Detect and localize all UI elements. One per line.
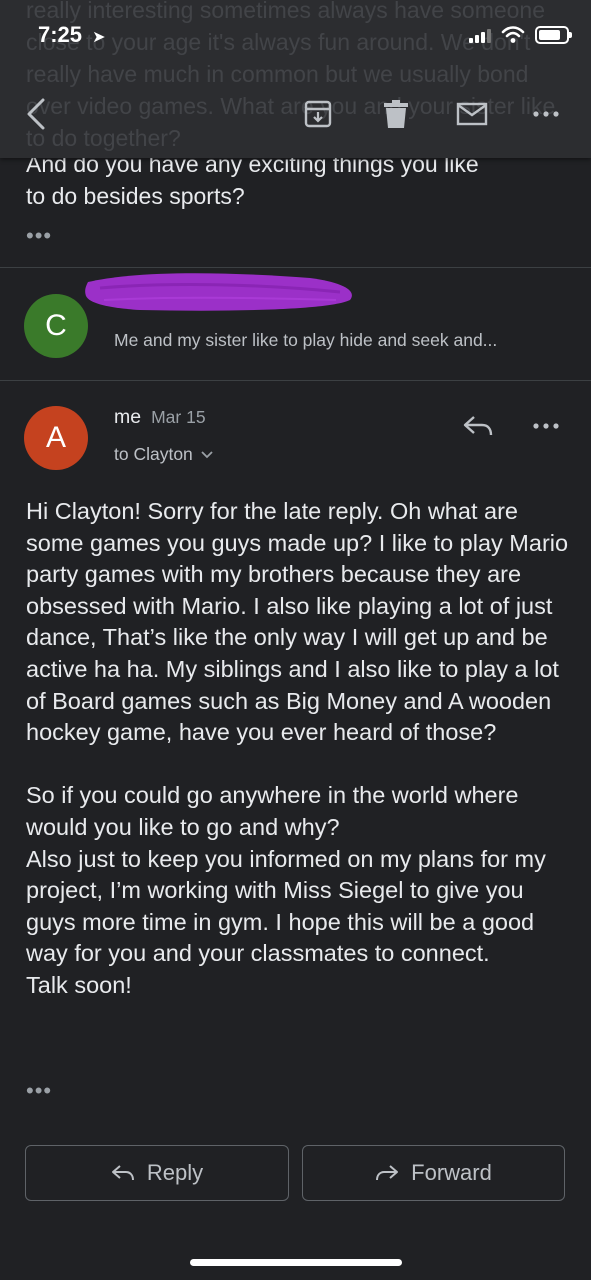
home-indicator [190,1259,402,1266]
battery-icon [535,26,572,44]
redaction-scribble [85,273,352,311]
reply-icon [463,416,493,436]
forward-label: Forward [411,1160,492,1185]
reply-button[interactable]: Reply [25,1145,289,1201]
show-trimmed-content-button[interactable]: ••• [26,1078,52,1104]
message-paragraph: So if you could go anywhere in the world… [26,782,519,840]
message-more-button[interactable] [524,404,568,448]
chevron-down-icon [201,450,213,458]
message-body: Hi Clayton! Sorry for the late reply. Oh… [26,496,571,1002]
quoted-text: And do you have any exciting things you … [26,148,566,252]
archive-icon [304,100,332,128]
avatar-letter: C [45,309,67,342]
clock: 7:25 [38,22,83,47]
trash-icon [384,100,408,128]
avatar: C [24,294,88,358]
more-options-button[interactable] [524,92,568,136]
message-paragraph: Talk soon! [26,971,132,998]
toolbar [0,86,591,142]
mark-unread-button[interactable] [450,92,494,136]
forward-icon [376,1165,399,1181]
status-time: 7:25 ➤ [38,22,106,48]
show-trimmed-content-button[interactable]: ••• [26,220,566,252]
message-snippet: Me and my sister like to play hide and s… [114,330,498,350]
archive-button[interactable] [296,92,340,136]
status-icons [469,26,572,44]
recipient-label: to Clayton [114,444,193,464]
avatar-letter: A [45,421,66,454]
collapsed-message[interactable]: C Me and my sister like to play hide and… [0,268,591,380]
sender-name: me [114,406,142,428]
email-thread-screen: And do you have any exciting things you … [0,0,591,1280]
reply-icon [111,1165,134,1181]
avatar: A [24,406,88,470]
message-paragraph: Hi Clayton! Sorry for the late reply. Oh… [26,498,569,746]
delete-button[interactable] [374,92,418,136]
sender-line: me Mar 15 [114,406,206,429]
wifi-icon [501,26,525,43]
divider [0,380,591,381]
more-horizontal-icon [533,111,559,117]
reply-label: Reply [146,1160,204,1185]
recipient-dropdown[interactable]: to Clayton [114,444,213,465]
mail-icon [456,102,488,126]
reply-icon-button[interactable] [456,404,500,448]
top-app-bar: really interesting sometimes always have… [0,0,591,158]
quoted-line: to do besides sports? [26,183,245,209]
message-paragraph: Also just to keep you informed on my pla… [26,845,546,967]
forward-button[interactable]: Forward [302,1145,565,1201]
location-arrow-icon: ➤ [92,29,106,46]
back-arrow-icon [27,98,45,130]
cellular-signal-icon [469,27,491,43]
back-button[interactable] [14,92,58,136]
more-horizontal-icon [533,423,559,429]
message-date: Mar 15 [151,407,206,427]
